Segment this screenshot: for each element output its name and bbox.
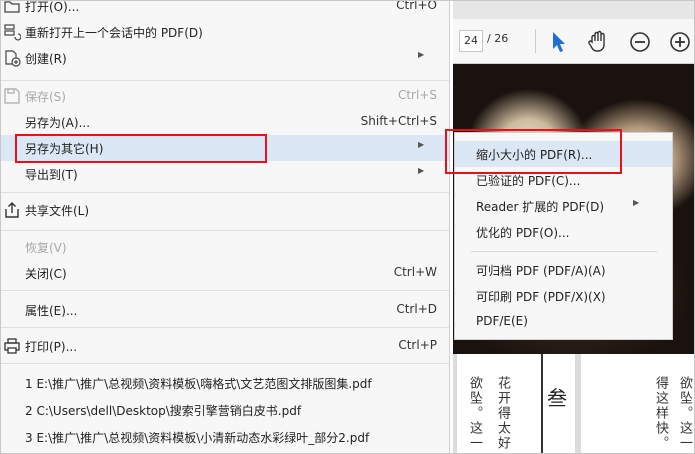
zoom-in-icon[interactable]: [667, 29, 693, 55]
app-window: 24 / 26 欲坠。这一 花开得太好 叁 得这样快。 欲坠。这一 打开(O).…: [0, 0, 695, 454]
menu-item-revert[interactable]: 恢复(V): [1, 234, 449, 260]
annotation-highlight-box: [15, 134, 267, 163]
menu-item-save[interactable]: 保存(S) Ctrl+S: [1, 83, 449, 109]
submenu-arrow-icon: ▶: [633, 198, 640, 207]
menu-item-shortcut: Shift+Ctrl+S: [360, 114, 437, 128]
recent-file-path: 1 E:\推广\推广\总视频\资料模板\嗨格式\文艺范图文排版图集.pdf: [25, 377, 372, 391]
recent-file-path: 2 C:\Users\dell\Desktop\搜索引擎营销白皮书.pdf: [25, 404, 302, 418]
reopen-session-icon: [4, 24, 21, 41]
menu-item-close[interactable]: 关闭(C) Ctrl+W: [1, 260, 449, 286]
menu-item-print[interactable]: 打印(P)... Ctrl+P: [1, 333, 449, 359]
submenu-item-label: 优化的 PDF(O)...: [476, 226, 570, 240]
menu-item-shortcut: Ctrl+W: [393, 265, 437, 279]
submenu-item-pdf-e[interactable]: PDF/E(E): [455, 309, 672, 335]
menu-item-shortcut: Ctrl+O: [396, 0, 437, 12]
page-text-column: 欲坠。这一: [677, 376, 692, 451]
page-text-column: 欲坠。这一: [467, 376, 482, 451]
menu-item-export-to[interactable]: 导出到(T) ▶: [1, 161, 449, 187]
save-icon: [4, 88, 20, 104]
page-text-column: 得这样快。: [653, 376, 668, 451]
recent-file-item[interactable]: 2 C:\Users\dell\Desktop\搜索引擎营销白皮书.pdf: [1, 397, 449, 423]
recent-file-path: 3 E:\推广\推广\总视频\资料模板\小清新动态水彩绿叶_部分2.pdf: [25, 431, 370, 445]
menu-item-label: 打开(O)...: [25, 0, 80, 14]
page-divider-bar: [541, 354, 543, 453]
document-toolbar: 24 / 26: [453, 19, 694, 64]
submenu-arrow-icon: ▶: [418, 166, 425, 175]
create-pdf-icon: [5, 50, 21, 67]
menu-item-label: 导出到(T): [25, 168, 78, 182]
menu-item-open[interactable]: 打开(O)... Ctrl+O: [1, 0, 449, 19]
submenu-item-label: 已验证的 PDF(C)...: [476, 174, 581, 188]
annotation-highlight-box: [445, 129, 622, 174]
menu-item-properties[interactable]: 属性(E)... Ctrl+D: [1, 297, 449, 323]
submenu-item-label: PDF/E(E): [476, 314, 528, 328]
menu-separator: [1, 327, 449, 328]
recent-file-item[interactable]: 3 E:\推广\推广\总视频\资料模板\小清新动态水彩绿叶_部分2.pdf: [1, 424, 449, 450]
submenu-item-pdf-x[interactable]: 可印刷 PDF (PDF/X)(X): [455, 283, 672, 309]
menu-separator: [1, 290, 449, 291]
hand-tool-icon[interactable]: [585, 29, 611, 55]
recent-file-item[interactable]: 1 E:\推广\推广\总视频\资料模板\嗨格式\文艺范图文排版图集.pdf: [1, 370, 449, 396]
document-page-left: 欲坠。这一 花开得太好 叁: [457, 354, 575, 453]
share-icon: [5, 202, 19, 218]
submenu-item-pdf-a[interactable]: 可归档 PDF (PDF/A)(A): [455, 257, 672, 283]
open-folder-icon: [4, 1, 20, 13]
submenu-separator: [471, 251, 657, 252]
menu-item-shortcut: Ctrl+P: [398, 338, 437, 352]
menu-item-label: 重新打开上一个会话中的 PDF(D): [25, 26, 203, 40]
menu-item-label: 保存(S): [25, 90, 66, 104]
menu-separator: [1, 80, 449, 81]
menu-item-label: 另存为(A)...: [25, 116, 91, 130]
select-arrow-icon[interactable]: [545, 29, 571, 55]
page-number-input[interactable]: 24: [459, 30, 483, 52]
menu-item-label: 恢复(V): [25, 241, 67, 255]
menu-item-shortcut: Ctrl+D: [396, 302, 437, 316]
submenu-item-label: 可印刷 PDF (PDF/X)(X): [476, 290, 606, 304]
menu-item-label: 关闭(C): [25, 267, 67, 281]
submenu-item-reader-extended-pdf[interactable]: Reader 扩展的 PDF(D) ▶: [455, 193, 672, 219]
chapter-heading: 叁: [547, 386, 567, 410]
toolbar-divider: [535, 29, 536, 53]
menu-item-reopen-session[interactable]: 重新打开上一个会话中的 PDF(D): [1, 19, 449, 45]
submenu-arrow-icon: ▶: [418, 50, 425, 59]
print-icon: [4, 338, 20, 354]
menu-item-share-file[interactable]: 共享文件(L): [1, 197, 449, 223]
submenu-item-optimized-pdf[interactable]: 优化的 PDF(O)...: [455, 219, 672, 245]
document-page-right: 得这样快。 欲坠。这一: [581, 354, 694, 453]
menu-separator: [1, 192, 449, 193]
menu-separator: [1, 230, 449, 231]
menu-item-create[interactable]: 创建(R) ▶: [1, 45, 449, 71]
menu-separator: [1, 363, 449, 364]
menu-item-label: 创建(R): [25, 52, 67, 66]
file-menu: 打开(O)... Ctrl+O 重新打开上一个会话中的 PDF(D) 创建(R)…: [1, 0, 450, 453]
menu-item-save-as[interactable]: 另存为(A)... Shift+Ctrl+S: [1, 109, 449, 135]
page-total-label: / 26: [487, 32, 509, 45]
zoom-out-icon[interactable]: [627, 29, 653, 55]
page-spread: 欲坠。这一 花开得太好 叁 得这样快。 欲坠。这一: [453, 354, 694, 453]
menu-item-label: 属性(E)...: [25, 304, 78, 318]
menu-item-shortcut: Ctrl+S: [397, 88, 437, 102]
submenu-item-label: Reader 扩展的 PDF(D): [476, 200, 605, 214]
menu-item-label: 打印(P)...: [25, 340, 78, 354]
submenu-arrow-icon: ▶: [418, 140, 425, 149]
submenu-item-label: 可归档 PDF (PDF/A)(A): [476, 264, 606, 278]
menu-item-label: 共享文件(L): [25, 204, 90, 218]
page-text-column: 花开得太好: [495, 376, 510, 451]
